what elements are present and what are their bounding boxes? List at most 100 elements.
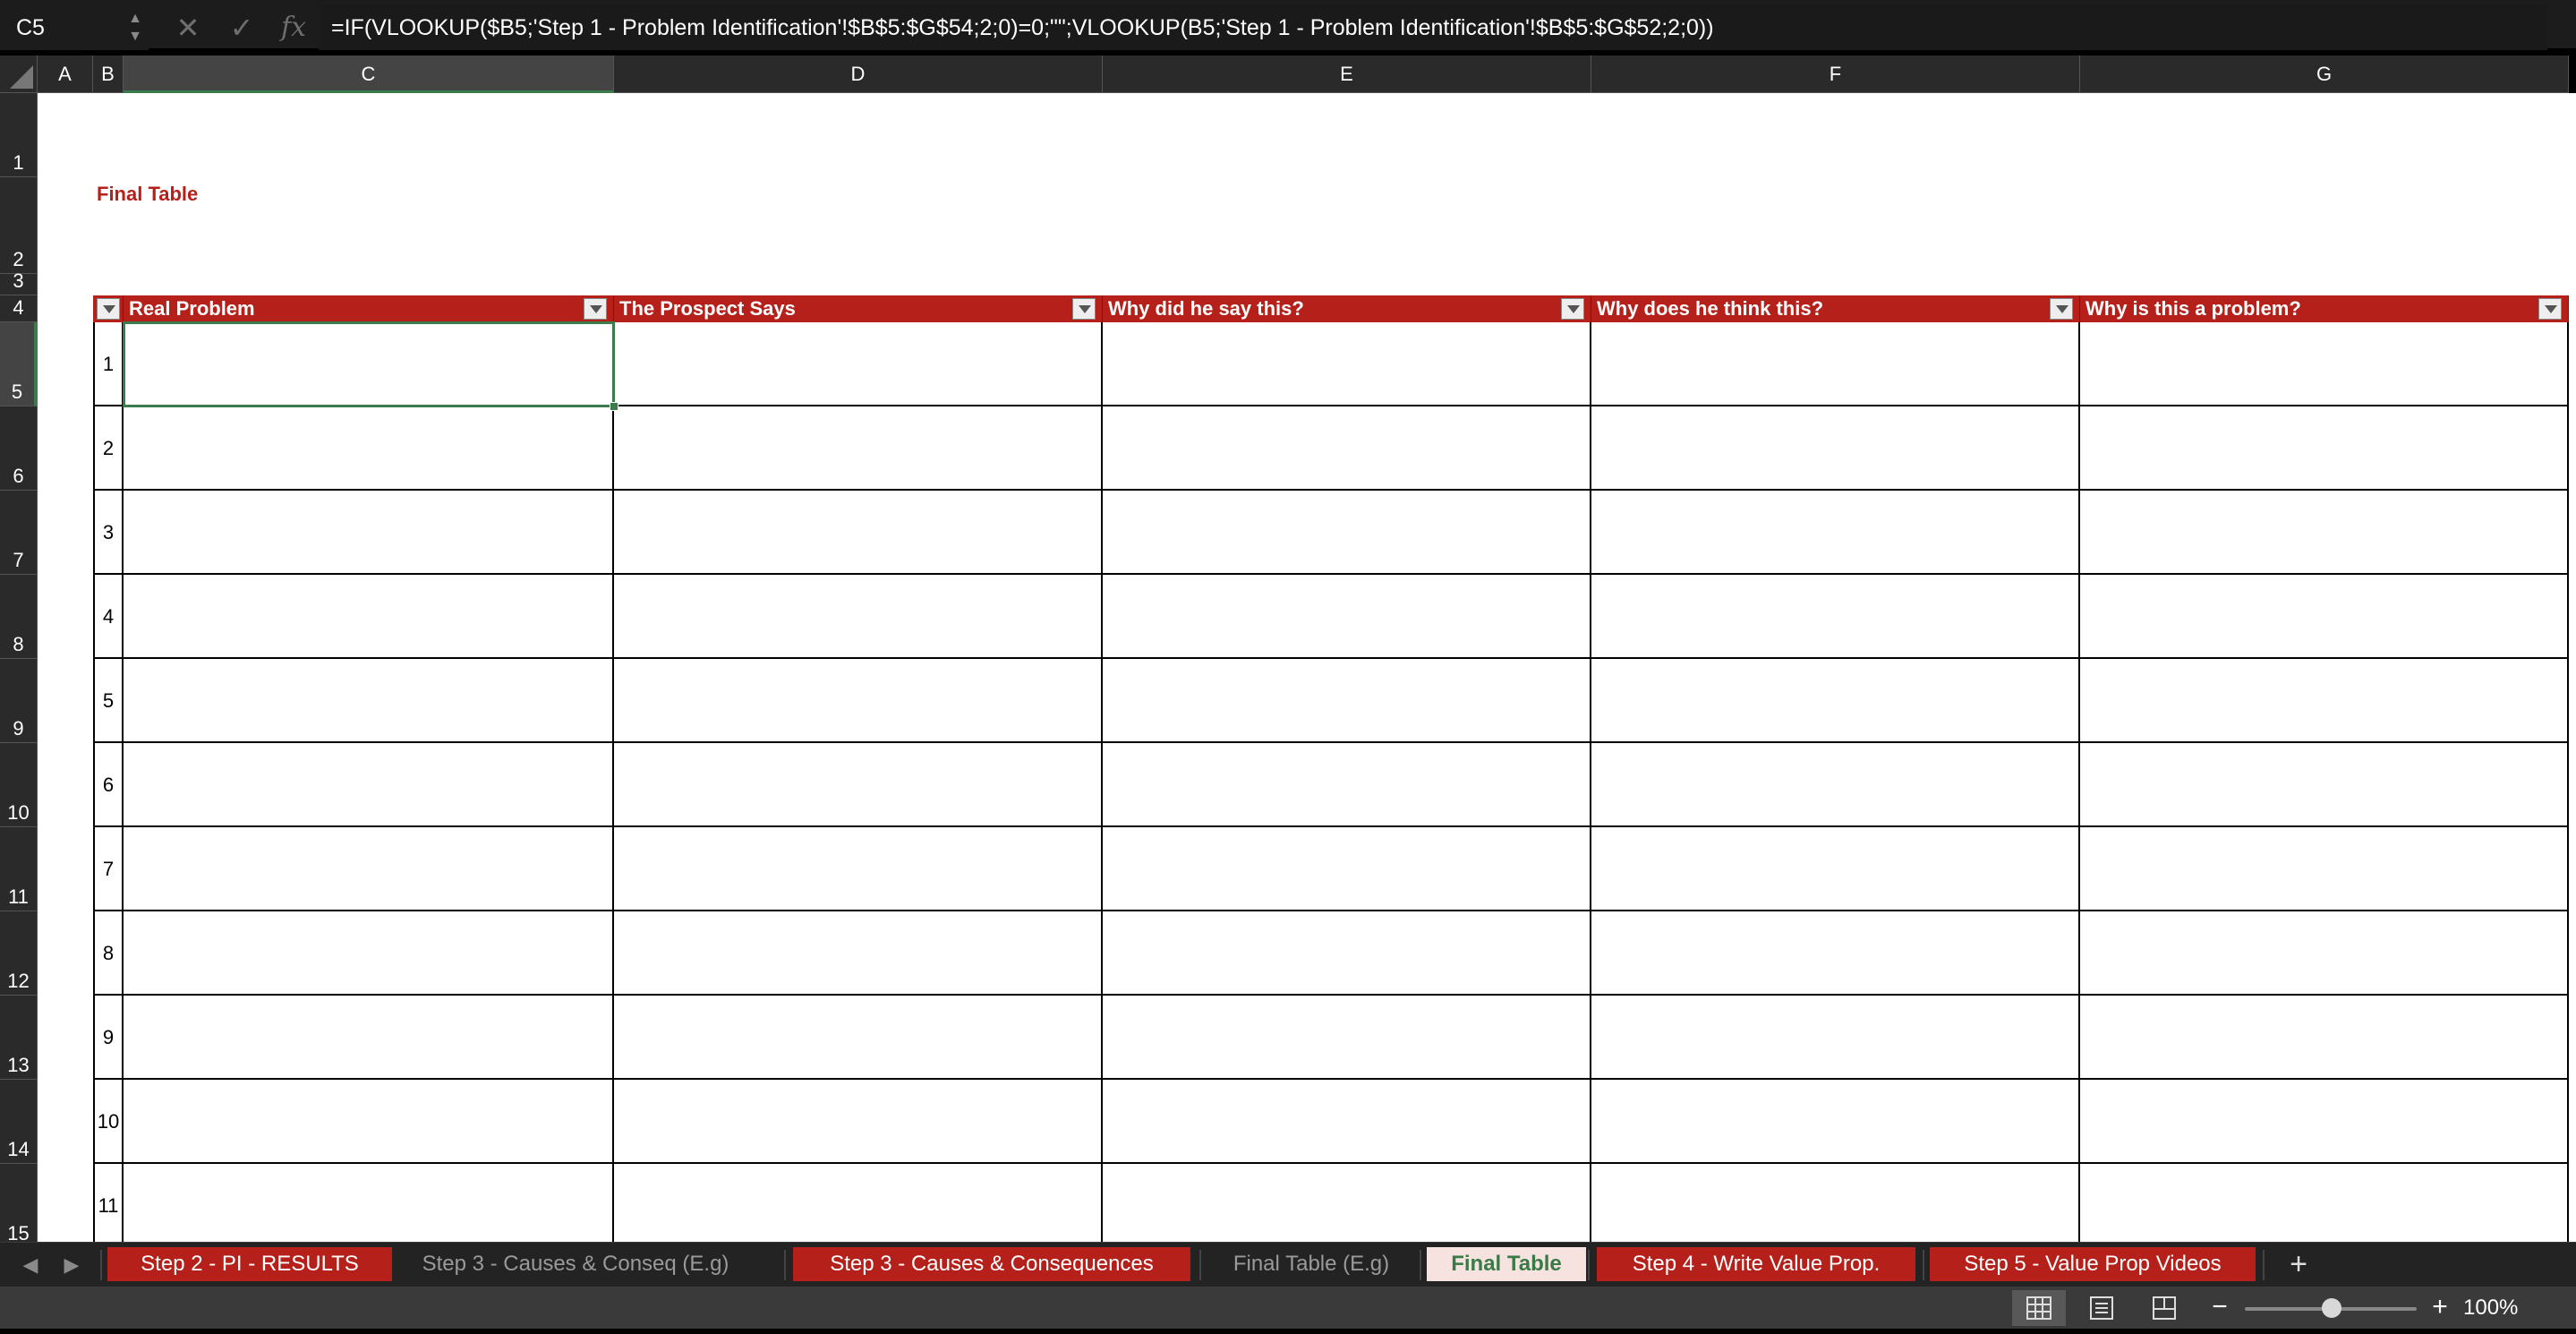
- table-cell[interactable]: [1591, 996, 2080, 1080]
- table-cell[interactable]: [614, 491, 1103, 575]
- row-header-6[interactable]: 6: [0, 406, 38, 491]
- sheet-tab[interactable]: Step 3 - Causes & Conseq (E.g): [414, 1247, 738, 1281]
- table-cell[interactable]: [124, 827, 614, 911]
- row-number-cell[interactable]: 9: [93, 996, 124, 1080]
- row-number-cell[interactable]: 6: [93, 743, 124, 827]
- enter-icon[interactable]: ✓: [224, 5, 260, 50]
- column-header-g[interactable]: G: [2080, 56, 2569, 93]
- row-number-cell[interactable]: 11: [93, 1164, 124, 1242]
- table-cell[interactable]: [2080, 743, 2569, 827]
- table-cell[interactable]: [614, 996, 1103, 1080]
- row-number-cell[interactable]: 8: [93, 911, 124, 996]
- table-cell[interactable]: [124, 911, 614, 996]
- row-header-8[interactable]: 8: [0, 575, 38, 659]
- normal-view-icon[interactable]: [2012, 1290, 2066, 1326]
- filter-dropdown-icon[interactable]: [2538, 298, 2562, 320]
- table-cell[interactable]: [1103, 406, 1591, 491]
- sheet-tab[interactable]: Step 2 - PI - RESULTS: [107, 1247, 392, 1281]
- column-header-c[interactable]: C: [124, 56, 614, 93]
- zoom-out-button[interactable]: −: [2204, 1290, 2236, 1326]
- table-cell[interactable]: [2080, 322, 2569, 406]
- table-cell[interactable]: [124, 996, 614, 1080]
- zoom-in-button[interactable]: +: [2424, 1290, 2456, 1326]
- row-header-7[interactable]: 7: [0, 491, 38, 575]
- row-header-2[interactable]: 2: [0, 177, 38, 274]
- fill-handle[interactable]: [610, 402, 618, 411]
- row-header-10[interactable]: 10: [0, 743, 38, 827]
- row-header-13[interactable]: 13: [0, 996, 38, 1080]
- table-cell[interactable]: [1103, 911, 1591, 996]
- column-header-b[interactable]: B: [93, 56, 124, 93]
- row-number-cell[interactable]: 7: [93, 827, 124, 911]
- row-number-cell[interactable]: 4: [93, 575, 124, 659]
- column-header-e[interactable]: E: [1103, 56, 1591, 93]
- row-header-14[interactable]: 14: [0, 1080, 38, 1164]
- name-box-stepper-icon[interactable]: ▲ ▼: [122, 5, 149, 50]
- table-cell[interactable]: [1591, 406, 2080, 491]
- zoom-slider-thumb[interactable]: [2322, 1298, 2341, 1318]
- table-cell[interactable]: [2080, 827, 2569, 911]
- row-header-9[interactable]: 9: [0, 659, 38, 743]
- row-header-12[interactable]: 12: [0, 911, 38, 996]
- sheet-tab[interactable]: Step 3 - Causes & Consequences: [793, 1247, 1190, 1281]
- table-cell[interactable]: [614, 743, 1103, 827]
- table-cell[interactable]: [2080, 1164, 2569, 1242]
- row-number-cell[interactable]: 1: [93, 322, 124, 406]
- formula-input[interactable]: =IF(VLOOKUP($B5;'Step 1 - Problem Identi…: [319, 5, 2547, 50]
- table-cell[interactable]: [614, 1164, 1103, 1242]
- table-cell[interactable]: [614, 827, 1103, 911]
- row-header-4[interactable]: 4: [0, 295, 38, 322]
- row-number-cell[interactable]: 3: [93, 491, 124, 575]
- table-cell[interactable]: [614, 911, 1103, 996]
- sheet-tab[interactable]: Step 4 - Write Value Prop.: [1597, 1247, 1915, 1281]
- table-cell[interactable]: [124, 1164, 614, 1242]
- table-cell[interactable]: [1591, 322, 2080, 406]
- table-cell[interactable]: [124, 491, 614, 575]
- filter-dropdown-icon[interactable]: [1072, 298, 1096, 320]
- add-sheet-icon[interactable]: +: [2279, 1243, 2318, 1287]
- table-cell[interactable]: [1103, 322, 1591, 406]
- table-cell[interactable]: [1103, 1164, 1591, 1242]
- row-number-cell[interactable]: 10: [93, 1080, 124, 1164]
- table-cell[interactable]: [614, 322, 1103, 406]
- table-cell[interactable]: [1591, 827, 2080, 911]
- table-cell[interactable]: [1591, 491, 2080, 575]
- table-cell[interactable]: [1103, 659, 1591, 743]
- table-cell[interactable]: [2080, 996, 2569, 1080]
- table-cell[interactable]: [1591, 659, 2080, 743]
- page-break-view-icon[interactable]: [2137, 1290, 2191, 1326]
- table-cell[interactable]: [1103, 491, 1591, 575]
- table-cell[interactable]: [2080, 406, 2569, 491]
- table-cell[interactable]: [124, 1080, 614, 1164]
- table-cell[interactable]: [1591, 911, 2080, 996]
- table-cell[interactable]: [124, 406, 614, 491]
- row-header-15[interactable]: 15: [0, 1164, 38, 1242]
- table-cell[interactable]: [124, 322, 614, 406]
- sheet-tab[interactable]: Step 5 - Value Prop Videos: [1930, 1247, 2256, 1281]
- table-cell[interactable]: [124, 659, 614, 743]
- table-cell[interactable]: [124, 575, 614, 659]
- select-all-corner[interactable]: [0, 56, 38, 93]
- row-number-cell[interactable]: 2: [93, 406, 124, 491]
- table-cell[interactable]: [614, 575, 1103, 659]
- table-cell[interactable]: [2080, 659, 2569, 743]
- zoom-level[interactable]: 100%: [2463, 1290, 2553, 1326]
- prev-sheet-icon[interactable]: ◀: [13, 1243, 48, 1287]
- table-cell[interactable]: [614, 659, 1103, 743]
- column-header-d[interactable]: D: [614, 56, 1103, 93]
- next-sheet-icon[interactable]: ▶: [54, 1243, 90, 1287]
- row-header-11[interactable]: 11: [0, 827, 38, 911]
- table-cell[interactable]: [614, 406, 1103, 491]
- table-cell[interactable]: [1591, 575, 2080, 659]
- column-header-f[interactable]: F: [1591, 56, 2080, 93]
- table-cell[interactable]: [1103, 827, 1591, 911]
- row-header-5[interactable]: 5: [0, 322, 38, 406]
- table-cell[interactable]: [2080, 575, 2569, 659]
- column-header-a[interactable]: A: [38, 56, 93, 93]
- filter-dropdown-icon[interactable]: [584, 298, 607, 320]
- table-cell[interactable]: [1591, 1080, 2080, 1164]
- table-cell[interactable]: [124, 743, 614, 827]
- row-header-1[interactable]: 1: [0, 93, 38, 177]
- filter-dropdown-icon[interactable]: [2050, 298, 2073, 320]
- table-cell[interactable]: [2080, 491, 2569, 575]
